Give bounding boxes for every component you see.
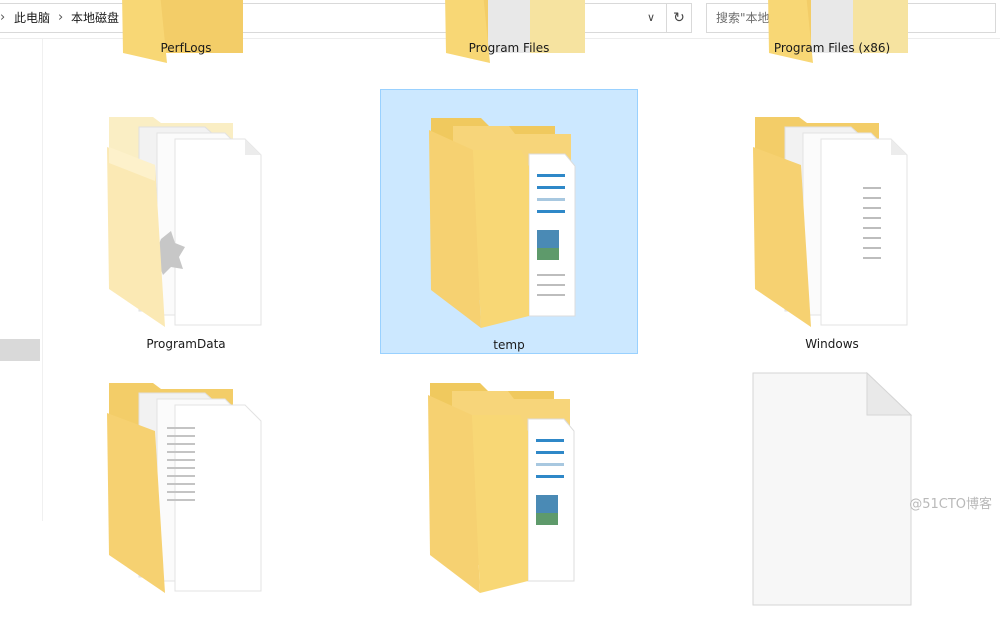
- file-item[interactable]: [703, 355, 961, 620]
- chevron-down-icon[interactable]: ∨: [640, 4, 662, 32]
- item-label: PerfLogs: [160, 41, 212, 55]
- folder-item-temp[interactable]: temp: [380, 89, 638, 354]
- folder-icon: [122, 0, 243, 63]
- breadcrumb-separator-icon[interactable]: ›: [0, 4, 5, 32]
- blank-file-icon: [752, 371, 913, 606]
- folder-item-windows[interactable]: Windows: [703, 89, 961, 354]
- folder-icon: [428, 383, 575, 593]
- item-label: ProgramData: [146, 337, 226, 351]
- folder-icon: [107, 383, 262, 593]
- address-divider: [666, 4, 667, 32]
- watermark: @51CTO博客: [909, 497, 992, 512]
- item-label: Program Files: [468, 41, 550, 55]
- folder-item-program-files[interactable]: Program Files: [380, 0, 638, 78]
- folder-icon: [445, 0, 585, 63]
- folder-item-program-files-x86[interactable]: Program Files (x86): [703, 0, 961, 78]
- folder-item-programdata[interactable]: ProgramData: [57, 89, 315, 354]
- item-label: temp: [493, 338, 525, 352]
- folder-item[interactable]: [57, 355, 315, 620]
- file-list[interactable]: PerfLogs Program Files Program Files (x8…: [43, 0, 1000, 606]
- item-label: Program Files (x86): [773, 41, 891, 55]
- folder-icon: [753, 117, 908, 327]
- refresh-icon[interactable]: ↻: [668, 4, 690, 32]
- item-label: Windows: [805, 337, 859, 351]
- folder-icon: [429, 118, 576, 328]
- folder-icon: [768, 0, 908, 63]
- breadcrumb-this-pc[interactable]: 此电脑: [14, 4, 50, 32]
- folder-icon: [107, 117, 262, 327]
- navigation-pane[interactable]: [0, 39, 43, 521]
- folder-item-perflogs[interactable]: PerfLogs: [57, 0, 315, 78]
- nav-selected-item[interactable]: [0, 339, 40, 361]
- folder-item[interactable]: [380, 355, 638, 620]
